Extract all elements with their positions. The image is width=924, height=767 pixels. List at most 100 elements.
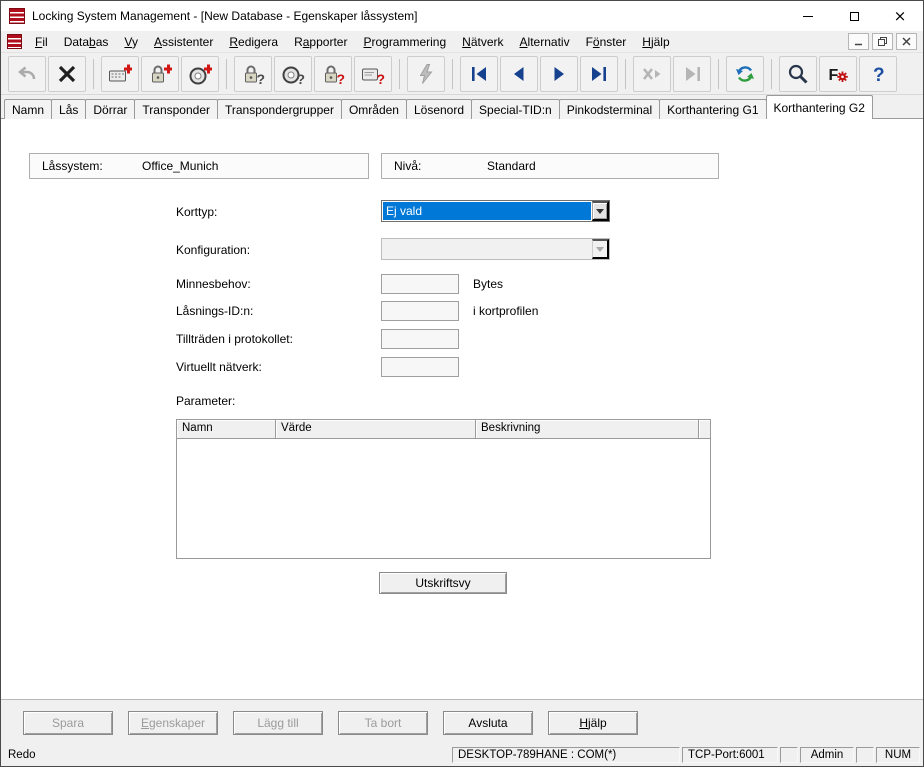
tab-transpondergrupper[interactable]: Transpondergrupper <box>217 99 342 119</box>
tab-losenord[interactable]: Lösenord <box>406 99 472 119</box>
column-header-beskrivning[interactable]: Beskrivning <box>476 420 699 438</box>
menu-item-rapporter[interactable]: Rapporter <box>286 33 355 51</box>
help-icon: ? <box>866 62 890 86</box>
tab-transponder[interactable]: Transponder <box>134 99 218 119</box>
menu-item-fonster[interactable]: Fönster <box>578 33 635 51</box>
new-locking-system-icon <box>108 62 132 86</box>
titlebar: Locking System Management - [New Databas… <box>1 1 923 31</box>
toolbar-separator <box>452 59 453 89</box>
card-type-combo[interactable]: Ej vald <box>381 200 610 222</box>
first-record-button[interactable] <box>460 56 498 92</box>
status-numlock: NUM <box>876 747 920 763</box>
program-icon <box>414 62 438 86</box>
menu-item-assistenter[interactable]: Assistenter <box>146 33 221 51</box>
status-user: Admin <box>800 747 854 763</box>
toolbar-separator <box>771 59 772 89</box>
status-ready: Redo <box>1 749 450 761</box>
read-transponder-icon: ? <box>281 62 305 86</box>
menu-item-programmering[interactable]: Programmering <box>355 33 454 51</box>
read-lock-unknown-icon: ? <box>321 62 345 86</box>
help-button[interactable]: ? <box>859 56 897 92</box>
tab-korthantering-g1[interactable]: Korthantering G1 <box>659 99 766 119</box>
add-transponder-button[interactable] <box>181 56 219 92</box>
menu-item-fil[interactable]: Fil <box>27 33 56 51</box>
configuration-combo <box>381 238 610 260</box>
toolbar-separator <box>625 59 626 89</box>
toolbar: ? ? ? ? <box>1 53 923 95</box>
menu-item-hjalp[interactable]: Hjälp <box>634 33 677 51</box>
footer-bar: Spara Egenskaper Lägg till Ta bort Avslu… <box>1 699 923 746</box>
menu-item-vy[interactable]: Vy <box>116 33 146 51</box>
clear-search-icon <box>640 62 664 86</box>
status-empty-1 <box>780 747 798 763</box>
lock-ids-label: Låsnings-ID:n: <box>176 304 253 318</box>
print-view-button[interactable]: Utskriftsvy <box>379 572 507 594</box>
exit-button[interactable]: Avsluta <box>443 711 533 735</box>
menu-item-databas[interactable]: Databas <box>56 33 117 51</box>
menu-item-redigera[interactable]: Redigera <box>221 33 286 51</box>
next-record-icon <box>547 62 571 86</box>
status-empty-2 <box>856 747 874 763</box>
memory-input <box>381 274 459 294</box>
column-header-varde[interactable]: Värde <box>276 420 476 438</box>
tab-namn[interactable]: Namn <box>4 99 52 119</box>
add-lock-icon <box>148 62 172 86</box>
lock-system-value: Office_Munich <box>142 159 218 173</box>
tab-omraden[interactable]: Områden <box>341 99 407 119</box>
tab-korthantering-g2[interactable]: Korthantering G2 <box>766 95 873 119</box>
read-lock-unknown-button[interactable]: ? <box>314 56 352 92</box>
clear-search-button[interactable] <box>633 56 671 92</box>
chevron-down-icon <box>596 209 604 214</box>
tab-las[interactable]: Lås <box>51 99 86 119</box>
card-type-selected-value: Ej vald <box>383 202 591 220</box>
maximize-icon <box>850 12 859 21</box>
search-button[interactable] <box>779 56 817 92</box>
svg-text:?: ? <box>337 71 346 86</box>
add-lock-button[interactable] <box>141 56 179 92</box>
new-locking-system-button[interactable] <box>101 56 139 92</box>
lock-ids-suffix: i kortprofilen <box>473 304 538 318</box>
last-record-button[interactable] <box>580 56 618 92</box>
memory-suffix: Bytes <box>473 277 503 291</box>
tab-special-tid[interactable]: Special-TID:n <box>471 99 560 119</box>
lock-system-label: Låssystem: <box>42 159 103 173</box>
menu-item-natverk[interactable]: Nätverk <box>454 33 511 51</box>
undo-icon <box>15 62 39 86</box>
menubar: Fil Databas Vy Assistenter Redigera Rapp… <box>1 31 923 53</box>
filter-settings-button[interactable]: F <box>819 56 857 92</box>
svg-text:?: ? <box>873 65 885 86</box>
application-window: Locking System Management - [New Databas… <box>0 0 924 767</box>
read-transponder-button[interactable]: ? <box>274 56 312 92</box>
close-button[interactable]: × <box>877 1 923 31</box>
next-record-button[interactable] <box>540 56 578 92</box>
mdi-close-button[interactable] <box>896 33 917 50</box>
column-header-namn[interactable]: Namn <box>177 420 276 438</box>
close-icon: × <box>894 9 907 24</box>
undo-button[interactable] <box>8 56 46 92</box>
column-header-spacer <box>699 420 710 438</box>
configuration-label: Konfiguration: <box>176 243 250 257</box>
tab-dorrar[interactable]: Dörrar <box>85 99 135 119</box>
minimize-button[interactable] <box>785 1 831 31</box>
configuration-dropdown-button <box>592 239 609 259</box>
menu-item-alternativ[interactable]: Alternativ <box>512 33 578 51</box>
refresh-icon <box>733 62 757 86</box>
card-type-dropdown-button[interactable] <box>592 201 609 221</box>
maximize-button[interactable] <box>831 1 877 31</box>
program-button[interactable] <box>407 56 445 92</box>
accesses-label: Tillträden i protokollet: <box>176 332 293 346</box>
add-transponder-icon <box>188 62 212 86</box>
prev-record-button[interactable] <box>500 56 538 92</box>
read-lock-button[interactable]: ? <box>234 56 272 92</box>
refresh-button[interactable] <box>726 56 764 92</box>
svg-text:?: ? <box>297 71 306 86</box>
lock-ids-input <box>381 301 459 321</box>
skip-to-end-button[interactable] <box>673 56 711 92</box>
mdi-restore-button[interactable] <box>872 33 893 50</box>
tab-pinkodsterminal[interactable]: Pinkodsterminal <box>559 99 660 119</box>
read-card-button[interactable]: ? <box>354 56 392 92</box>
help-footer-button[interactable]: Hjälp <box>548 711 638 735</box>
disconnect-button[interactable] <box>48 56 86 92</box>
mdi-minimize-button[interactable] <box>848 33 869 50</box>
read-lock-icon: ? <box>241 62 265 86</box>
